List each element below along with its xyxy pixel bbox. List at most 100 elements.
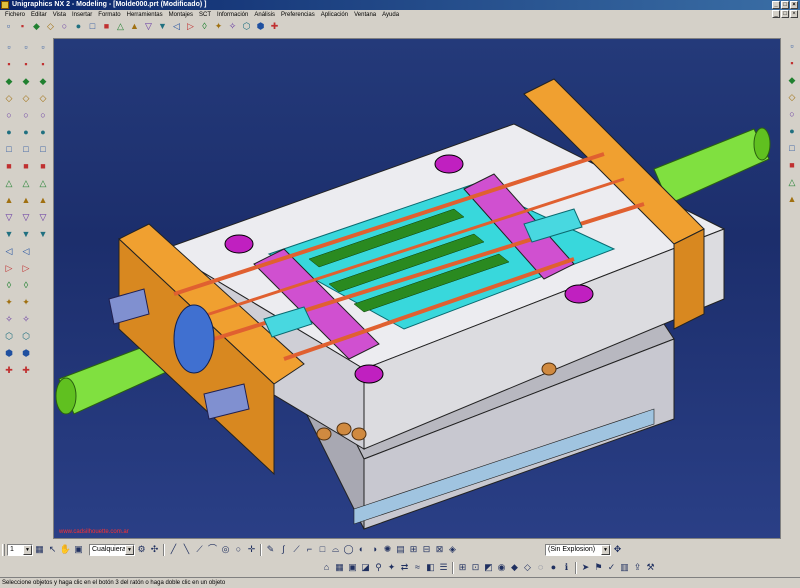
doc-minimize-button[interactable]: _	[772, 10, 780, 18]
isolate-icon[interactable]: ◇	[521, 561, 534, 574]
pad-alt-icon[interactable]: □	[36, 142, 50, 157]
pocket-icon[interactable]: ●	[2, 125, 16, 140]
snap-icon[interactable]: ✣	[148, 543, 161, 556]
slot-alt-icon[interactable]: ■	[36, 159, 50, 174]
close-button[interactable]: ×	[790, 1, 798, 9]
menu-vista[interactable]: Vista	[50, 12, 69, 18]
menu-ventana[interactable]: Ventana	[351, 12, 379, 18]
thread-icon[interactable]: ▪	[19, 57, 33, 72]
explode-icon[interactable]: ◇	[786, 91, 799, 104]
constraint-icon[interactable]: ◆	[786, 74, 799, 87]
measure-icon[interactable]: ⊞	[407, 543, 420, 556]
layer-visible-icon[interactable]: ◈	[446, 543, 459, 556]
blend-icon[interactable]: ⬡	[2, 329, 16, 344]
split-icon[interactable]: □	[19, 142, 33, 157]
rect-tool-icon[interactable]: □	[316, 543, 329, 556]
line-tool-icon[interactable]: ⟋	[290, 543, 303, 556]
visual-icon[interactable]: ◉	[495, 561, 508, 574]
chamfer-icon[interactable]: ⬢	[2, 346, 16, 361]
fit-icon[interactable]: ▽	[142, 20, 155, 33]
part-icon[interactable]: ▦	[333, 561, 346, 574]
arc-icon[interactable]: ✧	[19, 312, 33, 327]
feature-icon[interactable]: ▼	[19, 227, 33, 242]
explosion-select[interactable]: (Sin Explosion) ▼	[545, 543, 611, 556]
rotate-icon[interactable]: ▷	[184, 20, 197, 33]
simulation-icon[interactable]: ⚑	[592, 561, 605, 574]
pattern-icon[interactable]: ○	[19, 108, 33, 123]
cut-icon[interactable]: ○	[58, 20, 71, 33]
copy-icon[interactable]: ●	[72, 20, 85, 33]
hide-icon[interactable]: ◌	[534, 561, 547, 574]
boss-icon[interactable]: ○	[2, 108, 16, 123]
replace-icon[interactable]: ⇄	[398, 561, 411, 574]
subtract-icon[interactable]: ✦	[2, 295, 16, 310]
section-icon[interactable]: ⊟	[420, 543, 433, 556]
graphics-viewport[interactable]: www.cadsilhouette.com.ar	[53, 38, 781, 539]
circle-tool-icon[interactable]: ◯	[342, 543, 355, 556]
hand-icon[interactable]: ✋	[59, 543, 72, 556]
menu-fichero[interactable]: Fichero	[2, 12, 28, 18]
hole-icon[interactable]: ◇	[2, 91, 16, 106]
filter-select[interactable]: Cualquiera ▼	[89, 543, 135, 556]
palette-icon[interactable]: □	[786, 142, 799, 155]
plane-icon[interactable]: ⬢	[19, 346, 33, 361]
tool-icon[interactable]: ○	[786, 108, 799, 121]
check-icon[interactable]: ✓	[605, 561, 618, 574]
bom-icon[interactable]: ☰	[437, 561, 450, 574]
hat-icon[interactable]: ●	[786, 125, 799, 138]
layer-select[interactable]: 1 ▼	[7, 543, 33, 556]
revolve-alt-icon[interactable]: ◆	[36, 74, 50, 89]
open-icon[interactable]: ▪	[16, 20, 29, 33]
pad-icon[interactable]: □	[2, 142, 16, 157]
pan-icon[interactable]: ◁	[170, 20, 183, 33]
minimize-button[interactable]: _	[772, 1, 780, 9]
curve-tool-icon[interactable]: ∫	[277, 543, 290, 556]
save-icon[interactable]: ◆	[30, 20, 43, 33]
layer-settings-icon[interactable]: ▦	[33, 543, 46, 556]
tube-icon[interactable]: ▷	[2, 261, 16, 276]
wireframe-icon[interactable]: ⬡	[240, 20, 253, 33]
zoom-icon[interactable]: ▼	[156, 20, 169, 33]
component-add-icon[interactable]: ▣	[346, 561, 359, 574]
cylinder-alt-icon[interactable]: ▽	[36, 210, 50, 225]
delete-icon[interactable]: ■	[100, 20, 113, 33]
scale-icon[interactable]: △	[19, 176, 33, 191]
offset-icon[interactable]: ■	[19, 159, 33, 174]
hole-alt-icon[interactable]: ◇	[36, 91, 50, 106]
groove-icon[interactable]: △	[2, 176, 16, 191]
object-select-icon[interactable]: ▣	[72, 543, 85, 556]
extrude-icon[interactable]: ▪	[2, 57, 16, 72]
history-icon[interactable]: △	[786, 176, 799, 189]
explode-tool-icon[interactable]: ✥	[611, 543, 624, 556]
assembly-icon[interactable]: ▫	[786, 40, 799, 53]
instance-icon[interactable]: ◆	[19, 74, 33, 89]
snap-intersect-icon[interactable]: ✛	[245, 543, 258, 556]
block-alt-icon[interactable]: ▲	[36, 193, 50, 208]
paste-icon[interactable]: □	[86, 20, 99, 33]
snap-control-icon[interactable]: ⌒	[206, 543, 219, 556]
shading-icon[interactable]: ✧	[226, 20, 239, 33]
edit-icon[interactable]: ▽	[19, 210, 33, 225]
texture-icon[interactable]: ◑	[368, 543, 381, 556]
component-icon[interactable]: ▪	[786, 57, 799, 70]
resource-icon[interactable]: ■	[786, 159, 799, 172]
menu-ayuda[interactable]: Ayuda	[379, 12, 402, 18]
snap-line-icon[interactable]: ╱	[167, 543, 180, 556]
pointer-icon[interactable]: ↖	[46, 543, 59, 556]
clearance-icon[interactable]: ◧	[424, 561, 437, 574]
properties-icon[interactable]: ℹ	[560, 561, 573, 574]
redo-icon[interactable]: ▲	[128, 20, 141, 33]
clip-icon[interactable]: ⊠	[433, 543, 446, 556]
extrude-alt-icon[interactable]: ▪	[36, 57, 50, 72]
sequence-icon[interactable]: ⊡	[469, 561, 482, 574]
report-icon[interactable]: ▥	[618, 561, 631, 574]
sketch-alt-icon[interactable]: ▫	[36, 40, 50, 55]
axis-icon[interactable]: ✚	[19, 363, 33, 378]
camera-icon[interactable]: ▤	[394, 543, 407, 556]
assembly-nav-icon[interactable]: ⌂	[320, 561, 333, 574]
light-icon[interactable]: ✺	[381, 543, 394, 556]
export-icon[interactable]: ⇪	[631, 561, 644, 574]
intersect-icon[interactable]: ✧	[2, 312, 16, 327]
render-icon[interactable]: ◐	[355, 543, 368, 556]
groove-alt-icon[interactable]: △	[36, 176, 50, 191]
